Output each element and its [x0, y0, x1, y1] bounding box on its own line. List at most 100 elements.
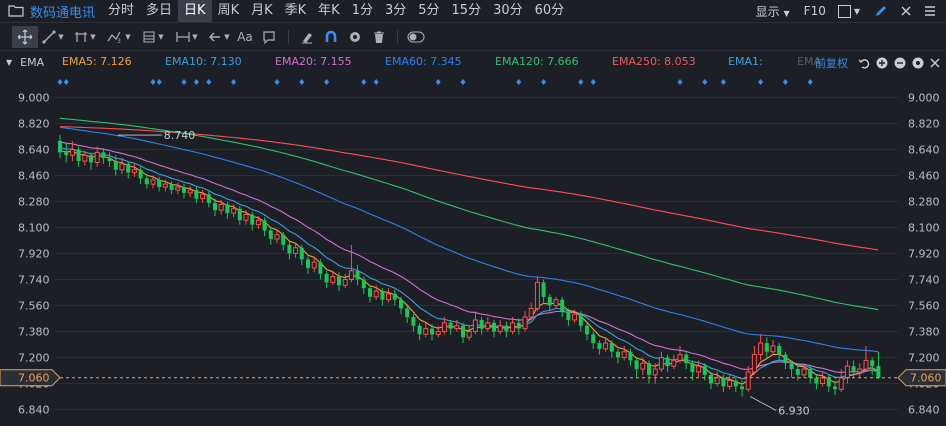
- candle-body: [435, 331, 441, 335]
- candle-body: [274, 234, 280, 240]
- chevron-down-icon[interactable]: ▼: [854, 7, 860, 16]
- close-icon[interactable]: [900, 5, 912, 17]
- line-tool-icon[interactable]: ▼: [38, 26, 68, 48]
- range-tool-icon[interactable]: ▼: [170, 26, 204, 48]
- price-label: 7.060: [910, 372, 942, 385]
- candle-body: [417, 325, 422, 335]
- event-marker: [150, 79, 156, 85]
- candle-body: [658, 357, 664, 370]
- tab-period[interactable]: 日K: [178, 0, 212, 22]
- y-tick-label: 8.280: [18, 196, 50, 209]
- event-marker: [590, 79, 596, 85]
- candle-body: [665, 357, 670, 367]
- candle-body: [380, 291, 385, 300]
- brand: 数码通电讯: [0, 0, 95, 22]
- candle-body: [789, 363, 794, 370]
- menu-icon[interactable]: [924, 5, 936, 17]
- arrow-left-icon[interactable]: ▼: [204, 26, 234, 48]
- pen-icon[interactable]: [874, 4, 888, 18]
- candle-body: [423, 328, 429, 335]
- display-menu[interactable]: 显示 ▼: [756, 3, 790, 20]
- tab-period[interactable]: 周K: [212, 0, 246, 22]
- candle-body: [733, 380, 738, 387]
- tab-period[interactable]: 5分: [412, 0, 445, 22]
- comment-icon[interactable]: [256, 26, 282, 48]
- tab-period[interactable]: 3分: [379, 0, 412, 22]
- candle-body: [740, 386, 744, 390]
- tab-period[interactable]: 30分: [487, 0, 529, 22]
- candle-body: [243, 214, 249, 221]
- candle-body: [647, 363, 651, 375]
- toggle-icon[interactable]: [404, 26, 428, 48]
- candle-body: [783, 354, 788, 364]
- tab-period[interactable]: 年K: [312, 0, 346, 22]
- eye-icon[interactable]: [343, 26, 367, 48]
- y-tick-label: 9.000: [908, 92, 940, 105]
- checkbox-icon[interactable]: [837, 4, 851, 18]
- adjust-mode-button[interactable]: 前复权: [815, 55, 848, 71]
- folder-icon[interactable]: [8, 4, 24, 18]
- candle-body: [684, 354, 689, 364]
- tab-period[interactable]: 60分: [529, 0, 571, 22]
- indicator-name[interactable]: EMA: [20, 56, 44, 69]
- candle-body: [714, 377, 720, 385]
- trash-icon[interactable]: [367, 26, 391, 48]
- candle-body: [187, 189, 193, 194]
- candle-body: [355, 270, 360, 280]
- kline-chart[interactable]: 9.000 8.820 8.640 8.460 8.280 8.100 7.920 7.740…: [0, 75, 946, 426]
- magnet-icon[interactable]: [319, 26, 343, 48]
- candle-body: [281, 234, 286, 245]
- candle-body: [591, 334, 596, 344]
- candle-body: [616, 351, 620, 358]
- undo-icon[interactable]: [858, 57, 870, 69]
- candle-body: [603, 342, 609, 350]
- stock-name: 数码通电讯: [30, 5, 96, 21]
- y-tick-label: 7.560: [18, 300, 50, 313]
- candle-body: [318, 262, 323, 274]
- ema-legend-item: EMA10: 7.130: [165, 55, 242, 68]
- y-tick-label: 8.100: [18, 222, 50, 235]
- candle-body: [640, 362, 646, 370]
- remove-icon[interactable]: [894, 57, 906, 69]
- candle-body: [231, 208, 237, 214]
- candle-body: [169, 184, 174, 190]
- eraser-icon[interactable]: [295, 26, 319, 48]
- f10-button[interactable]: F10: [804, 4, 826, 18]
- text-tool-icon[interactable]: Aa: [234, 26, 256, 48]
- y-tick-label: 8.100: [908, 222, 940, 235]
- tab-period[interactable]: 月K: [245, 0, 279, 22]
- candle-body: [144, 178, 149, 185]
- candle-body: [838, 377, 844, 390]
- ema-legend-item: EMA60: 7.345: [385, 55, 462, 68]
- channel-tool-icon[interactable]: ▼: [68, 26, 102, 48]
- y-tick-label: 8.640: [18, 144, 50, 157]
- add-icon[interactable]: [876, 57, 888, 69]
- ema-line: [59, 149, 879, 385]
- tab-period[interactable]: 多日: [140, 0, 178, 22]
- tab-period[interactable]: 季K: [279, 0, 313, 22]
- candle-body: [541, 282, 546, 297]
- y-tick-label: 8.460: [908, 170, 940, 183]
- collapse-icon[interactable]: ▼: [6, 58, 12, 67]
- wave-tool-icon[interactable]: 3 ▼: [102, 26, 136, 48]
- candle-body: [609, 343, 614, 352]
- tab-period[interactable]: 分时: [102, 0, 140, 22]
- candle-body: [311, 261, 317, 269]
- tab-period[interactable]: 1分: [346, 0, 379, 22]
- event-marker: [807, 79, 813, 85]
- candle-body: [182, 187, 186, 193]
- candle-body: [745, 371, 751, 390]
- fib-tool-icon[interactable]: ▼: [136, 26, 170, 48]
- event-marker: [373, 79, 379, 85]
- divider: [288, 29, 289, 44]
- crosshair-icon[interactable]: [12, 25, 38, 48]
- annotation-label: 6.930: [778, 405, 810, 418]
- close-icon[interactable]: [930, 58, 940, 68]
- annotation-label: 8.740: [164, 129, 196, 142]
- tab-period[interactable]: 15分: [446, 0, 488, 22]
- candle-body: [479, 319, 484, 329]
- settings-icon[interactable]: [912, 57, 924, 69]
- candle-body: [430, 328, 434, 335]
- indicator-bar-right: 前复权: [815, 53, 946, 73]
- candle-body: [485, 322, 491, 330]
